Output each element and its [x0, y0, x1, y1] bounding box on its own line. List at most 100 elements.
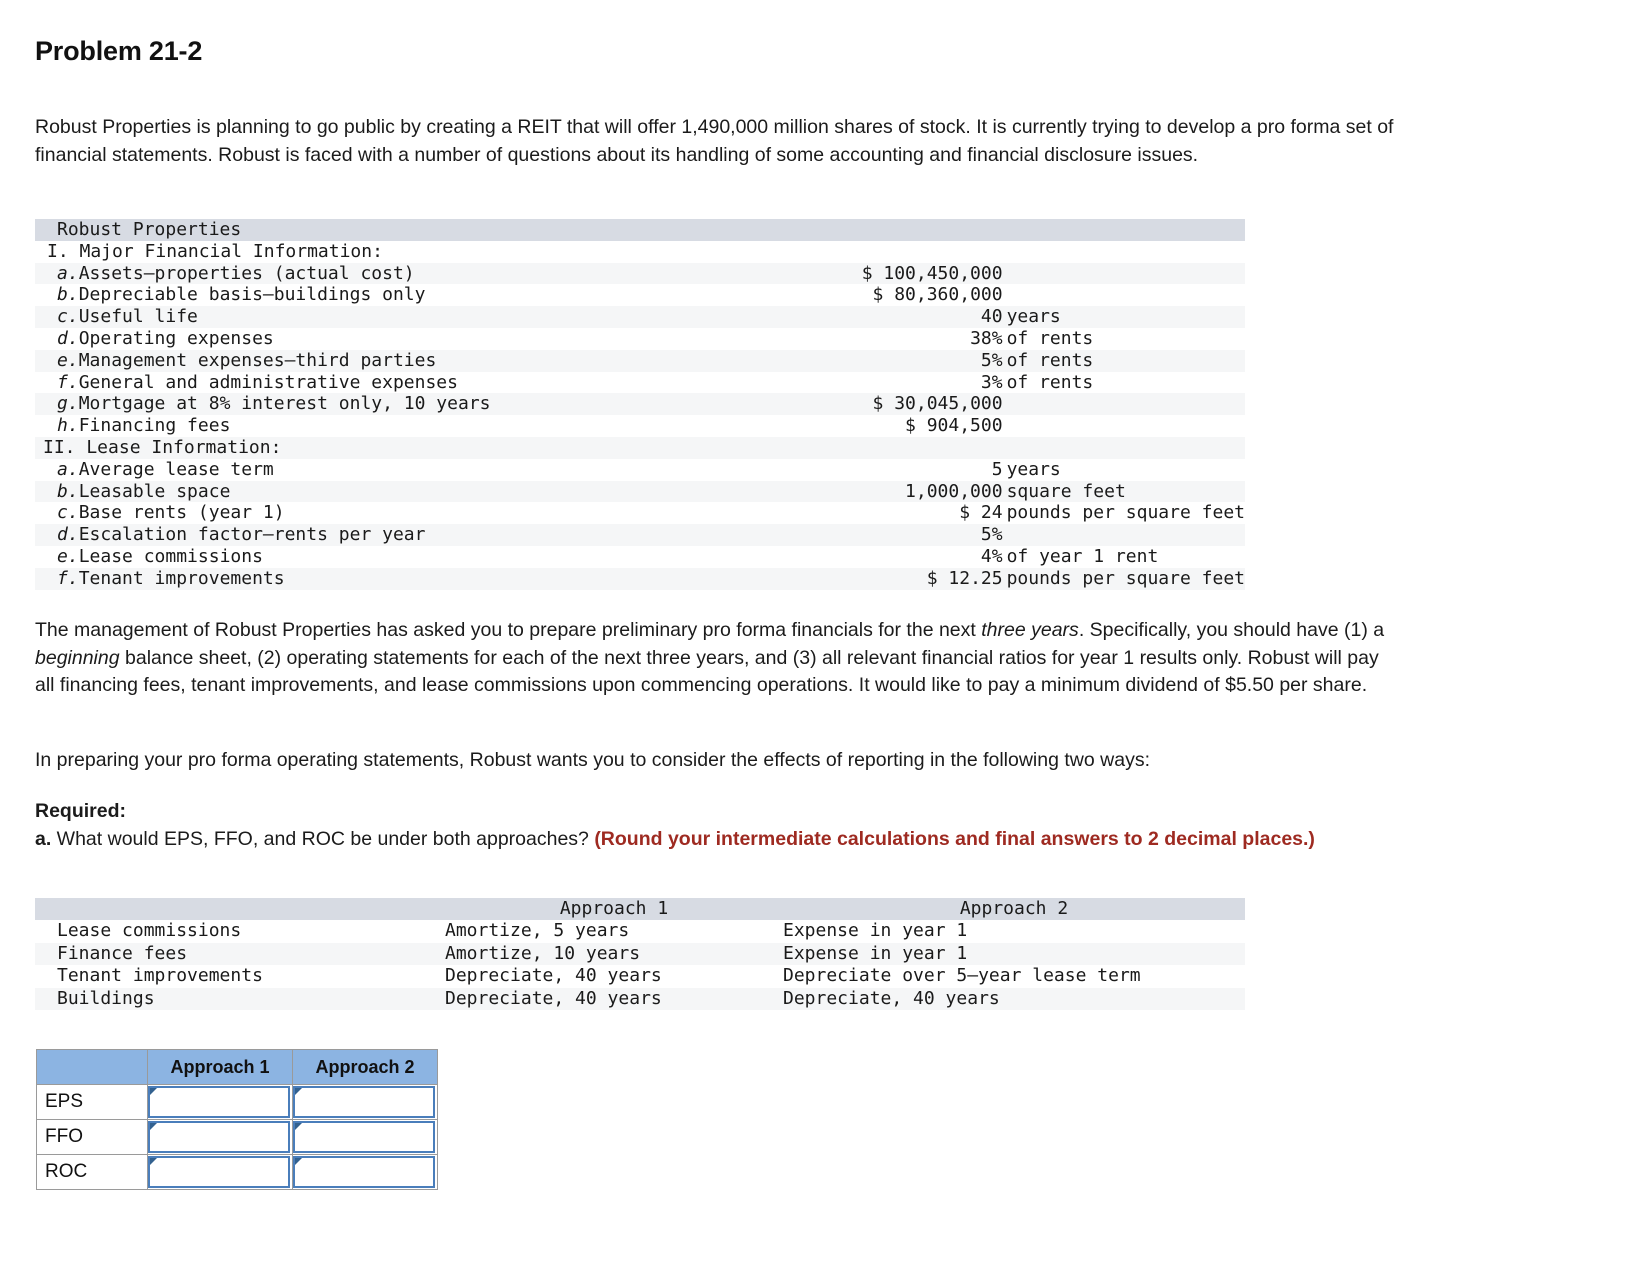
answer-cell-ffo-approach-2[interactable] [292, 1119, 438, 1155]
row-item: Lease commissions [57, 920, 242, 942]
ffo-approach-2-input[interactable] [293, 1121, 435, 1153]
row-label: d.Operating expenses [57, 327, 274, 349]
row-approach-2: Expense in year 1 [783, 920, 968, 942]
row-value: $ 30,045,000 [740, 393, 1003, 416]
answer-grid-row-ffo: FFO [36, 1119, 438, 1155]
answer-grid-header-approach-1: Approach 1 [147, 1049, 293, 1085]
row-label: e.Lease commissions [57, 545, 263, 567]
row-value: $ 100,450,000 [740, 262, 1003, 285]
answer-grid-header-approach-2: Approach 2 [292, 1049, 438, 1085]
row-value: 3% [980, 371, 1003, 393]
row-value: 1,000,000 [740, 480, 1003, 503]
row-item: Tenant improvements [57, 965, 263, 987]
approach-header-blank [35, 898, 445, 921]
table-row: b.Leasable space 1,000,000 square feet [35, 480, 1245, 503]
preparing-paragraph: In preparing your pro forma operating st… [35, 749, 1150, 771]
row-approach-1: Depreciate, 40 years [445, 987, 783, 1010]
answer-cell-roc-approach-1[interactable] [147, 1154, 293, 1190]
answer-row-label-eps: EPS [36, 1084, 148, 1120]
required-label: Required: [35, 800, 127, 822]
answer-cell-eps-approach-2[interactable] [292, 1084, 438, 1120]
table-row: a.Average lease term 5 years [35, 459, 1245, 481]
table-row: c.Base rents (year 1) $ 24 pounds per sq… [35, 502, 1245, 524]
table-row: Lease commissions Amortize, 5 years Expe… [35, 920, 1245, 942]
mgmt-text-mid: . Specifically, you should have (1) a [1078, 619, 1385, 641]
roc-approach-2-input[interactable] [293, 1156, 435, 1188]
info-table-header-row: Robust Properties [35, 219, 1245, 241]
answer-cell-ffo-approach-1[interactable] [147, 1119, 293, 1155]
answer-entry-grid[interactable]: Approach 1 Approach 2 EPS FFO ROC [36, 1049, 438, 1190]
row-unit [1002, 262, 1245, 285]
table-row: e.Management expenses—third parties 5% o… [35, 349, 1245, 372]
problem-page: Problem 21-2 Robust Properties is planni… [0, 0, 1638, 1280]
row-approach-2: Expense in year 1 [783, 942, 1245, 966]
eps-approach-2-input[interactable] [293, 1086, 435, 1118]
row-unit: of rents [1006, 327, 1094, 349]
answer-grid-row-eps: EPS [36, 1084, 438, 1120]
table-row: h.Financing fees $ 904,500 [35, 415, 1245, 437]
required-item-letter: a. [35, 827, 52, 850]
row-label: c.Base rents (year 1) [57, 502, 285, 524]
row-value: 5% [740, 349, 1003, 372]
row-approach-1: Amortize, 10 years [445, 942, 783, 966]
approach-comparison-table: Approach 1 Approach 2 Lease commissions … [35, 898, 1245, 1010]
row-unit: square feet [1002, 480, 1245, 503]
management-paragraph: The management of Robust Properties has … [35, 617, 1395, 700]
row-unit: pounds per square feet [1006, 502, 1245, 524]
row-unit: of rents [1002, 349, 1245, 372]
answer-cell-roc-approach-2[interactable] [292, 1154, 438, 1190]
robust-properties-info-table: Robust Properties I. Major Financial Inf… [35, 219, 1245, 590]
answer-grid-row-roc: ROC [36, 1154, 438, 1190]
row-item: Buildings [35, 987, 445, 1010]
row-label: g.Mortgage at 8% interest only, 10 years [35, 393, 741, 416]
row-unit: pounds per square feet [1002, 567, 1245, 590]
mgmt-em-beginning: beginning [35, 646, 120, 669]
column-header-approach-2: Approach 2 [783, 898, 1245, 921]
row-unit: of rents [1006, 371, 1094, 393]
row-label: h.Financing fees [57, 415, 231, 437]
table-row: II. Lease Information: [35, 436, 1245, 459]
mgmt-em-three-years: three years [981, 619, 1079, 641]
row-unit: years [1006, 458, 1061, 480]
row-unit: of year 1 rent [1006, 545, 1159, 567]
row-value: 40 [740, 306, 1003, 328]
row-unit: years [1002, 306, 1245, 328]
row-unit [1003, 415, 1245, 437]
eps-approach-1-input[interactable] [148, 1086, 290, 1118]
row-approach-1: Amortize, 5 years [445, 920, 630, 942]
mgmt-text-post: balance sheet, (2) operating statements … [35, 646, 1379, 697]
answer-row-label-roc: ROC [36, 1154, 148, 1190]
row-label: f.Tenant improvements [35, 567, 741, 590]
table-row: c.Useful life 40 years [35, 306, 1245, 328]
row-value: $ 24 [959, 502, 1003, 524]
required-block: Required: a. What would EPS, FFO, and RO… [35, 798, 1395, 853]
answer-grid-header-row: Approach 1 Approach 2 [36, 1049, 438, 1085]
info-table-title: Robust Properties [35, 219, 1245, 241]
table-row: e.Lease commissions 4% of year 1 rent [35, 546, 1245, 568]
table-row: a.Assets—properties (actual cost) $ 100,… [35, 262, 1245, 285]
table-row: I. Major Financial Information: [35, 241, 1245, 263]
row-value: $ 904,500 [905, 415, 1003, 437]
row-unit [1002, 524, 1245, 546]
page-title: Problem 21-2 [35, 36, 203, 66]
section-heading-major: I. Major Financial Information: [47, 240, 383, 262]
table-row: d.Escalation factor—rents per year 5% [35, 524, 1245, 546]
row-unit [1002, 393, 1245, 416]
answer-cell-eps-approach-1[interactable] [147, 1084, 293, 1120]
row-label: b.Leasable space [35, 480, 741, 503]
row-label: a.Average lease term [57, 458, 274, 480]
mgmt-text-pre: The management of Robust Properties has … [35, 619, 982, 641]
roc-approach-1-input[interactable] [148, 1156, 290, 1188]
cell-marker-triangle-icon [150, 1088, 157, 1095]
table-row: f.General and administrative expenses 3%… [35, 372, 1245, 394]
intro-paragraph: Robust Properties is planning to go publ… [35, 116, 1394, 166]
cell-marker-triangle-icon [150, 1123, 157, 1130]
table-row: Buildings Depreciate, 40 years Depreciat… [35, 987, 1245, 1010]
ffo-approach-1-input[interactable] [148, 1121, 290, 1153]
table-row: Finance fees Amortize, 10 years Expense … [35, 942, 1245, 966]
row-value: 38% [970, 327, 1003, 349]
row-unit [1003, 284, 1245, 306]
required-item-text: What would EPS, FFO, and ROC be under bo… [51, 827, 595, 850]
row-label: a.Assets—properties (actual cost) [35, 262, 741, 285]
table-row: Tenant improvements Depreciate, 40 years… [35, 965, 1245, 987]
